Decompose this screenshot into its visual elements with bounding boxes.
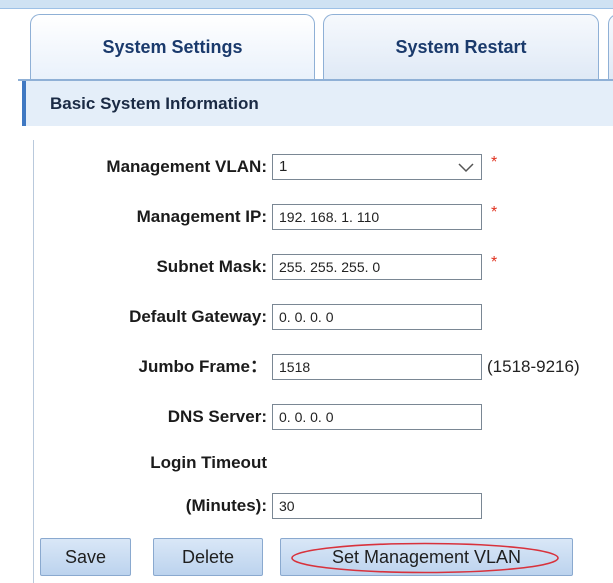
subnet-mask-label: Subnet Mask: xyxy=(156,257,267,276)
management-vlan-label: Management VLAN: xyxy=(106,157,267,176)
required-mark-mask: * xyxy=(491,254,498,271)
tab-system-restart[interactable]: System Restart xyxy=(323,14,599,80)
default-gateway-label: Default Gateway: xyxy=(129,307,267,326)
subnet-mask-field[interactable] xyxy=(272,254,482,280)
tab-bar: System Settings System Restart xyxy=(18,14,613,80)
chevron-down-icon xyxy=(458,163,474,173)
dns-server-field[interactable] xyxy=(272,404,482,430)
tab-system-restart-label: System Restart xyxy=(395,37,527,57)
login-timeout-unit-label: (Minutes): xyxy=(185,496,267,515)
dns-server-label-box: DNS Server: xyxy=(40,403,267,431)
management-vlan-value: 1 xyxy=(279,158,288,175)
management-ip-label-box: Management IP: xyxy=(40,203,267,231)
section-header: Basic System Information xyxy=(22,81,613,126)
default-gateway-label-box: Default Gateway: xyxy=(40,303,267,331)
panel-border xyxy=(33,140,34,583)
required-mark-ip: * xyxy=(491,204,498,221)
top-strip xyxy=(0,0,613,9)
login-timeout-field[interactable] xyxy=(272,493,482,519)
jumbo-frame-field[interactable] xyxy=(272,354,482,380)
management-vlan-select[interactable]: 1 xyxy=(272,154,482,180)
subnet-mask-label-box: Subnet Mask: xyxy=(40,253,267,281)
login-timeout-label-box: Login Timeout xyxy=(40,449,267,477)
section-title: Basic System Information xyxy=(50,93,259,113)
management-ip-label: Management IP: xyxy=(136,207,267,226)
jumbo-frame-label: Jumbo Frame： xyxy=(138,357,267,376)
tab-system-settings[interactable]: System Settings xyxy=(30,14,315,80)
default-gateway-field[interactable] xyxy=(272,304,482,330)
dns-server-label: DNS Server: xyxy=(167,407,267,426)
required-mark-vlan: * xyxy=(491,154,498,171)
tab-overflow[interactable] xyxy=(608,14,613,80)
jumbo-frame-range-hint: (1518-9216) xyxy=(487,357,580,376)
management-vlan-label-box: Management VLAN: xyxy=(40,153,267,181)
jumbo-frame-label-box: Jumbo Frame： xyxy=(40,353,267,381)
management-ip-field[interactable] xyxy=(272,204,482,230)
login-timeout-label: Login Timeout xyxy=(150,453,267,472)
tab-system-settings-label: System Settings xyxy=(102,37,243,57)
save-button[interactable]: Save xyxy=(40,538,131,576)
set-management-vlan-button[interactable]: Set Management VLAN xyxy=(280,538,573,576)
login-timeout-unit-box: (Minutes): xyxy=(40,492,267,520)
delete-button[interactable]: Delete xyxy=(153,538,263,576)
